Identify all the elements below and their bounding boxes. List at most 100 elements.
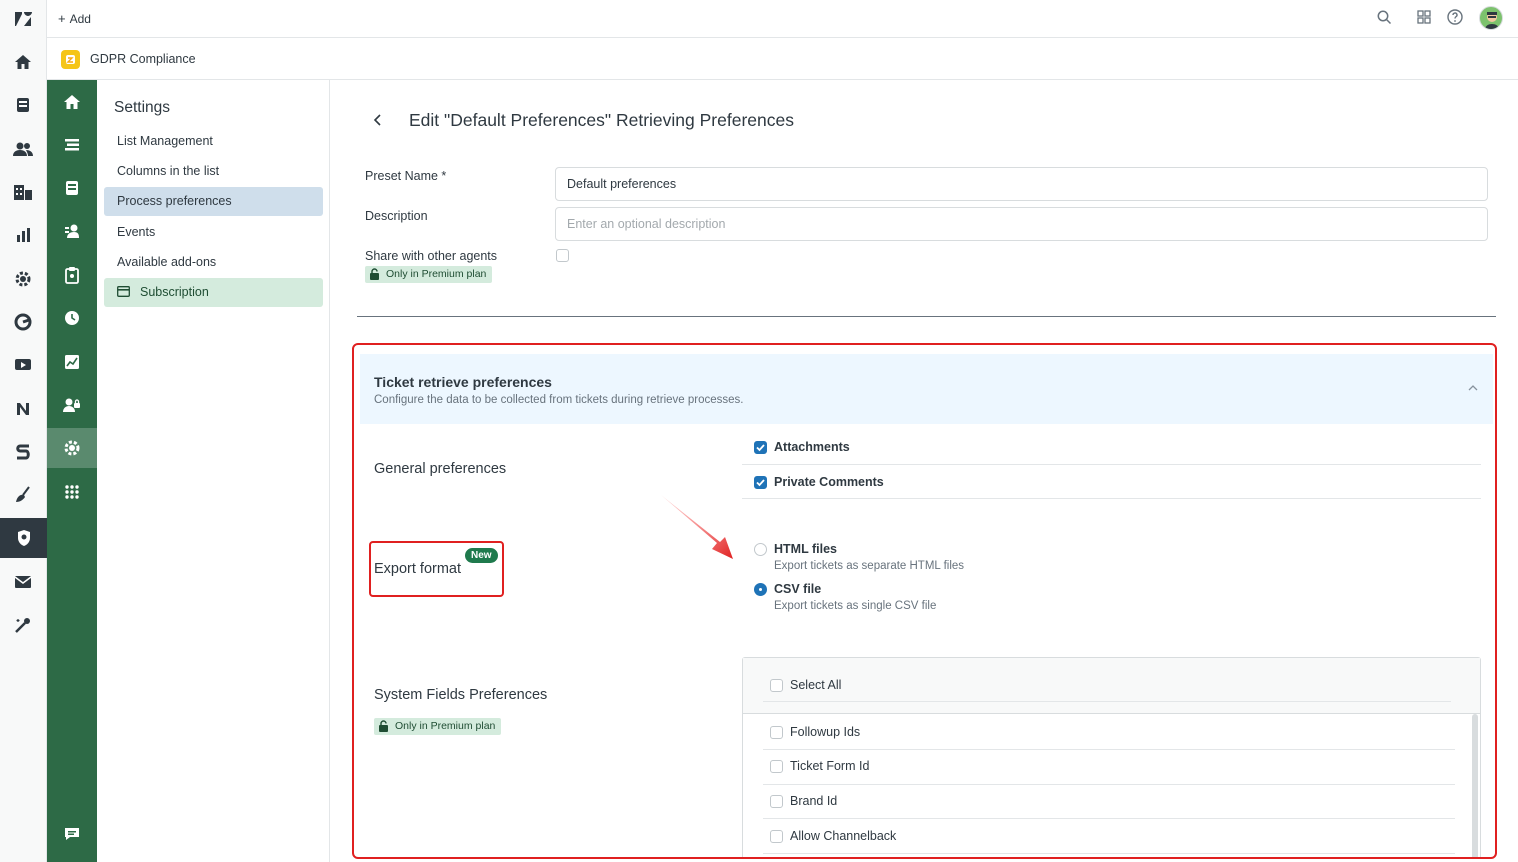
broom-icon[interactable] bbox=[12, 484, 34, 506]
customers-icon[interactable] bbox=[12, 138, 34, 160]
settings-item-available-addons[interactable]: Available add-ons bbox=[104, 248, 323, 277]
section-title: Ticket retrieve preferences bbox=[374, 374, 552, 390]
credit-card-icon bbox=[117, 286, 130, 297]
avatar[interactable] bbox=[1479, 6, 1503, 30]
settings-panel: Settings List Management Columns in the … bbox=[97, 80, 330, 862]
admin-gear-icon[interactable] bbox=[12, 268, 34, 290]
zendesk-logo-icon[interactable] bbox=[12, 8, 34, 30]
nav-tickets-icon[interactable] bbox=[47, 168, 97, 208]
option-divider bbox=[763, 818, 1455, 819]
general-preferences-label: General preferences bbox=[374, 461, 507, 477]
system-fields-label: System Fields Preferences bbox=[374, 687, 548, 703]
scrollbar[interactable] bbox=[1472, 714, 1478, 857]
system-fields-box: Select All Followup Ids Ticket Form Id B… bbox=[742, 657, 1481, 857]
field-label: Followup Ids bbox=[790, 725, 861, 739]
section-divider bbox=[357, 316, 1496, 317]
app-nav bbox=[47, 80, 97, 862]
nav-list-icon[interactable] bbox=[47, 125, 97, 165]
allow-channelback-checkbox[interactable] bbox=[770, 830, 783, 843]
option-divider bbox=[763, 701, 1451, 702]
option-divider bbox=[763, 784, 1455, 785]
settings-item-process-preferences[interactable]: Process preferences bbox=[104, 187, 323, 216]
share-checkbox[interactable] bbox=[556, 249, 569, 262]
export-format-label: Export format bbox=[374, 561, 462, 577]
html-files-desc: Export tickets as separate HTML files bbox=[774, 560, 965, 572]
system-premium-badge: Only in Premium plan bbox=[374, 718, 502, 735]
nav-clipboard-icon[interactable] bbox=[47, 255, 97, 295]
nav-home-icon[interactable] bbox=[47, 82, 97, 122]
section-subtitle: Configure the data to be collected from … bbox=[374, 394, 744, 406]
field-label: Ticket Form Id bbox=[790, 759, 870, 773]
option-divider bbox=[742, 464, 1481, 465]
settings-item-list-management[interactable]: List Management bbox=[104, 127, 323, 156]
nav-users-icon[interactable] bbox=[47, 211, 97, 251]
nav-chart-icon[interactable] bbox=[47, 342, 97, 382]
private-comments-label: Private Comments bbox=[774, 475, 884, 489]
page-title: Edit "Default Preferences" Retrieving Pr… bbox=[409, 110, 794, 130]
reporting-icon[interactable] bbox=[12, 224, 34, 246]
attachments-checkbox[interactable] bbox=[754, 441, 767, 454]
preset-name-label: Preset Name * bbox=[365, 169, 447, 183]
mail-icon[interactable] bbox=[12, 571, 34, 593]
help-icon[interactable] bbox=[1447, 9, 1463, 25]
new-badge: New bbox=[465, 548, 498, 563]
nav-chat-icon[interactable] bbox=[47, 814, 97, 854]
subscription-label: Subscription bbox=[140, 285, 209, 299]
plus-icon: + bbox=[58, 11, 66, 26]
select-all-row: Select All bbox=[743, 658, 1480, 714]
description-label: Description bbox=[365, 209, 428, 223]
gdpr-shield-icon[interactable] bbox=[0, 518, 47, 558]
section-header[interactable]: Ticket retrieve preferences Configure th… bbox=[360, 354, 1493, 424]
description-input[interactable]: Enter an optional description bbox=[555, 207, 1488, 241]
option-divider bbox=[742, 498, 1481, 499]
csv-file-label: CSV file bbox=[774, 582, 822, 596]
html-files-radio[interactable] bbox=[754, 543, 767, 556]
field-label: Allow Channelback bbox=[790, 829, 897, 843]
settings-item-subscription[interactable]: Subscription bbox=[104, 278, 323, 307]
app-s-icon[interactable] bbox=[12, 441, 34, 463]
ticket-form-id-checkbox[interactable] bbox=[770, 760, 783, 773]
back-chevron-icon[interactable] bbox=[372, 113, 382, 127]
option-divider bbox=[763, 749, 1455, 750]
talk-icon[interactable] bbox=[12, 354, 34, 376]
select-all-label: Select All bbox=[790, 678, 842, 692]
lock-icon bbox=[369, 268, 380, 280]
lock-icon bbox=[378, 720, 389, 732]
explore-icon[interactable] bbox=[12, 311, 34, 333]
top-bar: + Add bbox=[47, 0, 1518, 38]
app-n-icon[interactable] bbox=[12, 398, 34, 420]
share-label: Share with other agents bbox=[365, 249, 498, 263]
organizations-icon[interactable] bbox=[12, 181, 34, 203]
private-comments-checkbox[interactable] bbox=[754, 476, 767, 489]
followup-ids-checkbox[interactable] bbox=[770, 726, 783, 739]
magic-wand-icon[interactable] bbox=[12, 614, 34, 636]
ticket-retrieve-section: Ticket retrieve preferences Configure th… bbox=[352, 343, 1497, 859]
nav-clock-icon[interactable] bbox=[47, 298, 97, 338]
select-all-checkbox[interactable] bbox=[770, 679, 783, 692]
field-label: Brand Id bbox=[790, 794, 838, 808]
csv-file-desc: Export tickets as single CSV file bbox=[774, 600, 937, 612]
csv-file-radio[interactable] bbox=[754, 583, 767, 596]
home-icon[interactable] bbox=[12, 51, 34, 73]
global-rail bbox=[0, 0, 47, 862]
gdpr-app-logo-icon bbox=[61, 50, 80, 69]
settings-item-events[interactable]: Events bbox=[104, 218, 323, 247]
premium-badge: Only in Premium plan bbox=[365, 266, 493, 283]
settings-item-columns[interactable]: Columns in the list bbox=[104, 157, 323, 186]
add-button[interactable]: + Add bbox=[58, 11, 91, 26]
app-header: GDPR Compliance bbox=[47, 39, 1518, 80]
chevron-up-icon[interactable] bbox=[1468, 384, 1478, 391]
app-name: GDPR Compliance bbox=[90, 52, 196, 66]
nav-agent-lock-icon[interactable] bbox=[47, 385, 97, 425]
brand-id-checkbox[interactable] bbox=[770, 795, 783, 808]
settings-title: Settings bbox=[114, 99, 171, 116]
search-icon[interactable] bbox=[1377, 10, 1392, 25]
nav-apps-dots-icon[interactable] bbox=[47, 472, 97, 512]
option-divider bbox=[763, 853, 1455, 854]
apps-grid-icon[interactable] bbox=[1417, 10, 1431, 24]
nav-settings-gear-icon[interactable] bbox=[47, 428, 97, 468]
red-arrow-icon bbox=[657, 491, 737, 561]
attachments-label: Attachments bbox=[774, 440, 850, 454]
views-icon[interactable] bbox=[12, 94, 34, 116]
preset-name-input[interactable]: Default preferences bbox=[555, 167, 1488, 201]
